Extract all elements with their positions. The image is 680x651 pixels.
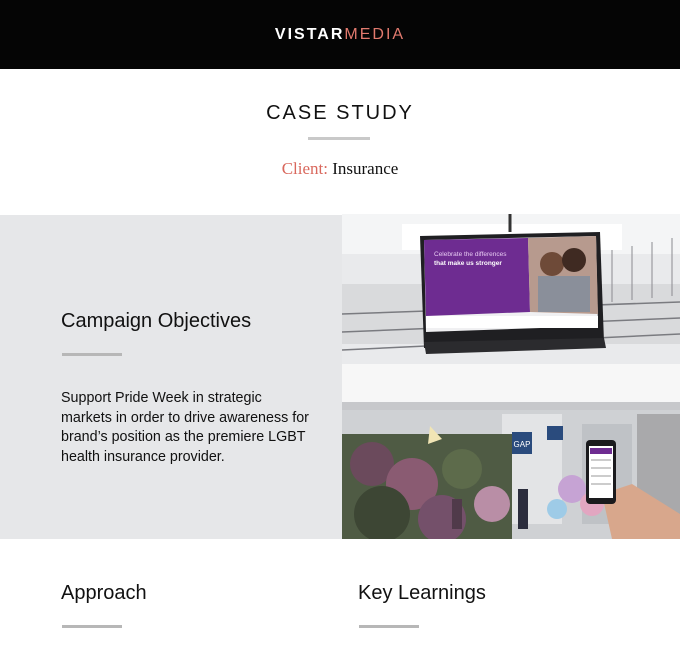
objectives-divider <box>62 353 122 356</box>
tv-headline-2: that make us stronger <box>434 260 502 267</box>
vistar-media-logo[interactable]: VISTARMEDIA <box>275 26 405 44</box>
gap-sign-text: GAP <box>514 440 531 449</box>
approach-heading: Approach <box>61 582 147 604</box>
client-value: Insurance <box>332 159 399 178</box>
key-learnings-heading: Key Learnings <box>358 582 486 604</box>
client-line: Client: Insurance <box>0 159 680 179</box>
tv-headline-1: Celebrate the differences <box>434 251 507 258</box>
client-label: Client: <box>281 159 328 178</box>
objectives-text: Support Pride Week in strategic markets … <box>61 390 309 465</box>
site-header: VISTARMEDIA <box>0 0 680 69</box>
page-title: CASE STUDY <box>266 102 414 124</box>
title-divider <box>308 137 370 140</box>
logo-part-vistar: VISTAR <box>274 25 345 43</box>
approach-divider <box>62 625 122 628</box>
logo-part-media: MEDIA <box>344 25 406 43</box>
key-learnings-divider <box>359 625 419 628</box>
campaign-photo: GAP Celebrate the differences that make … <box>342 214 680 539</box>
objectives-heading: Campaign Objectives <box>61 310 252 332</box>
objectives-panel <box>0 215 342 539</box>
